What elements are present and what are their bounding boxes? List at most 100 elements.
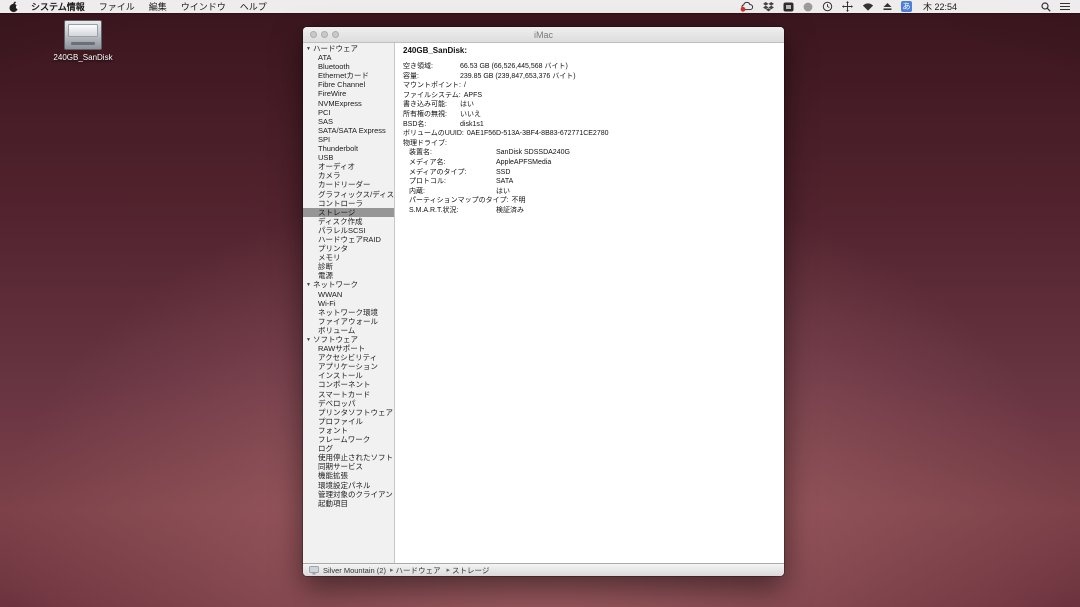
cloud-sync-icon[interactable] bbox=[740, 1, 754, 12]
sidebar-item[interactable]: ▼フォント bbox=[303, 426, 394, 435]
menu-item[interactable]: ファイル bbox=[99, 0, 135, 13]
sidebar-item[interactable]: ▼メモリ bbox=[303, 253, 394, 262]
move-arrows-icon[interactable] bbox=[842, 1, 853, 12]
sidebar-item[interactable]: ▼SATA/SATA Express bbox=[303, 126, 394, 135]
sidebar-item[interactable]: ▼Ethernetカード bbox=[303, 71, 394, 80]
sidebar-item[interactable]: ▼Wi-Fi bbox=[303, 299, 394, 308]
sidebar-item[interactable]: ▼インストール bbox=[303, 371, 394, 380]
sidebar-item[interactable]: ▼診断 bbox=[303, 262, 394, 271]
sidebar-item[interactable]: ▼ネットワーク環境 bbox=[303, 308, 394, 317]
sidebar-item[interactable]: ▼ハードウェア bbox=[303, 44, 394, 53]
sidebar-item[interactable]: ▼ATA bbox=[303, 53, 394, 62]
disclosure-triangle-icon: ▼ bbox=[306, 45, 311, 53]
info-row: ボリュームのUUID: 0AE1F56D-513A-3BF4-8B83-6727… bbox=[403, 129, 780, 139]
row-value: / bbox=[464, 81, 466, 91]
row-value: disk1s1 bbox=[460, 120, 484, 130]
sidebar-item[interactable]: ▼グラフィックス/ディス... bbox=[303, 190, 394, 199]
apple-icon bbox=[9, 1, 19, 13]
sidebar-item[interactable]: ▼PCI bbox=[303, 108, 394, 117]
input-source-icon[interactable]: あ bbox=[901, 1, 912, 12]
time-machine-icon[interactable] bbox=[822, 1, 833, 12]
sidebar-item[interactable]: ▼オーディオ bbox=[303, 162, 394, 171]
sidebar-item[interactable]: ▼NVMExpress bbox=[303, 99, 394, 108]
machine-name: Silver Mountain (2) bbox=[323, 566, 386, 575]
sidebar-item[interactable]: ▼SPI bbox=[303, 135, 394, 144]
sidebar-item[interactable]: ▼電源 bbox=[303, 271, 394, 280]
menu-item[interactable]: ヘルプ bbox=[240, 0, 267, 13]
info-row: 空き領域: 66.53 GB (66,526,445,568 バイト) bbox=[403, 62, 780, 72]
sidebar-item[interactable]: ▼環境設定パネル bbox=[303, 481, 394, 490]
row-value: 不明 bbox=[512, 196, 526, 206]
sidebar-item[interactable]: ▼FireWire bbox=[303, 89, 394, 98]
wifi-icon[interactable] bbox=[862, 2, 874, 11]
sidebar-item[interactable]: ▼管理対象のクライアント bbox=[303, 490, 394, 499]
row-value: いいえ bbox=[460, 110, 481, 120]
zoom-button[interactable] bbox=[332, 31, 339, 38]
sidebar-item[interactable]: ▼アプリケーション bbox=[303, 362, 394, 371]
sidebar-item[interactable]: ▼RAWサポート bbox=[303, 344, 394, 353]
sidebar-item[interactable]: ▼カードリーダー bbox=[303, 180, 394, 189]
sidebar-item[interactable]: ▼フレームワーク bbox=[303, 435, 394, 444]
window-title: iMac bbox=[534, 30, 553, 40]
sidebar-item[interactable]: ▼ネットワーク bbox=[303, 280, 394, 289]
sidebar-item[interactable]: ▼プリンタ bbox=[303, 244, 394, 253]
spotlight-icon[interactable] bbox=[1041, 2, 1051, 12]
sidebar-item[interactable]: ▼コントローラ bbox=[303, 199, 394, 208]
breadcrumb-separator-icon: ▸ bbox=[446, 566, 450, 574]
sidebar-item[interactable]: ▼SAS bbox=[303, 117, 394, 126]
row-value: SanDisk SDSSDA240G bbox=[496, 148, 570, 158]
sidebar-item[interactable]: ▼コンポーネント bbox=[303, 380, 394, 389]
sidebar-item[interactable]: ▼アクセシビリティ bbox=[303, 353, 394, 362]
disclosure-triangle-icon: ▼ bbox=[306, 336, 311, 344]
physical-drive-heading: 物理ドライブ: bbox=[403, 139, 780, 149]
sidebar-item[interactable]: ▼Thunderbolt bbox=[303, 144, 394, 153]
sidebar-item[interactable]: ▼ディスク作成 bbox=[303, 217, 394, 226]
sidebar-item[interactable]: ▼ストレージ bbox=[303, 208, 394, 217]
sidebar-item[interactable]: ▼カメラ bbox=[303, 171, 394, 180]
info-row: マウントポイント: / bbox=[403, 81, 780, 91]
physical-drive-rows: 装置名: SanDisk SDSSDA240G メディア名: AppleAPFS… bbox=[403, 148, 780, 215]
minimize-button[interactable] bbox=[321, 31, 328, 38]
title-bar[interactable]: iMac bbox=[303, 27, 784, 43]
menu-item[interactable]: システム情報 bbox=[31, 0, 85, 13]
screen-share-icon[interactable] bbox=[783, 2, 794, 12]
close-button[interactable] bbox=[310, 31, 317, 38]
info-row: 所有権の無視: いいえ bbox=[403, 110, 780, 120]
notification-center-icon[interactable] bbox=[1060, 2, 1070, 11]
sidebar-item[interactable]: ▼プリンタソフトウェア bbox=[303, 408, 394, 417]
row-value: SSD bbox=[496, 168, 510, 178]
desktop-icon-240gb-sandisk[interactable]: 240GB_SanDisk bbox=[53, 20, 113, 62]
system-information-window: iMac ▼ハードウェア ▼ATA ▼Bluetooth ▼Ethernetカー… bbox=[303, 27, 784, 576]
sidebar-item[interactable]: ▼ボリューム bbox=[303, 326, 394, 335]
disclosure-triangle-icon: ▼ bbox=[306, 281, 311, 289]
desktop-icon-label: 240GB_SanDisk bbox=[53, 53, 113, 62]
sidebar-item[interactable]: ▼同期サービス bbox=[303, 462, 394, 471]
sidebar-item[interactable]: ▼スマートカード bbox=[303, 390, 394, 399]
info-row: BSD名: disk1s1 bbox=[403, 120, 780, 130]
sidebar-item[interactable]: ▼WWAN bbox=[303, 290, 394, 299]
apple-menu[interactable] bbox=[9, 1, 19, 13]
menu-item[interactable]: 編集 bbox=[149, 0, 167, 13]
sidebar-item[interactable]: ▼Fibre Channel bbox=[303, 80, 394, 89]
eject-icon[interactable] bbox=[883, 2, 892, 11]
volume-heading: 240GB_SanDisk: bbox=[403, 46, 780, 55]
info-row: メディアのタイプ: SSD bbox=[403, 168, 780, 178]
sidebar-item[interactable]: ▼ハードウェアRAID bbox=[303, 235, 394, 244]
sidebar-item[interactable]: ▼ログ bbox=[303, 444, 394, 453]
menu-bar-clock[interactable]: 木 22:54 bbox=[923, 0, 957, 13]
menu-item[interactable]: ウインドウ bbox=[181, 0, 226, 13]
status-dot-icon[interactable] bbox=[803, 2, 813, 12]
sidebar-item[interactable]: ▼プロファイル bbox=[303, 417, 394, 426]
sidebar-item[interactable]: ▼ファイアウォール bbox=[303, 317, 394, 326]
sidebar-item[interactable]: ▼ソフトウェア bbox=[303, 335, 394, 344]
sidebar-item[interactable]: ▼使用停止されたソフトウ... bbox=[303, 453, 394, 462]
sidebar-item[interactable]: ▼USB bbox=[303, 153, 394, 162]
sidebar-item[interactable]: ▼起動項目 bbox=[303, 499, 394, 508]
sidebar-item[interactable]: ▼Bluetooth bbox=[303, 62, 394, 71]
dropbox-icon[interactable] bbox=[763, 2, 774, 12]
sidebar-item[interactable]: ▼機能拡張 bbox=[303, 471, 394, 480]
sidebar-item[interactable]: ▼パラレルSCSI bbox=[303, 226, 394, 235]
traffic-lights bbox=[310, 31, 339, 38]
row-label: 容量: bbox=[403, 72, 460, 82]
sidebar-item[interactable]: ▼デベロッパ bbox=[303, 399, 394, 408]
